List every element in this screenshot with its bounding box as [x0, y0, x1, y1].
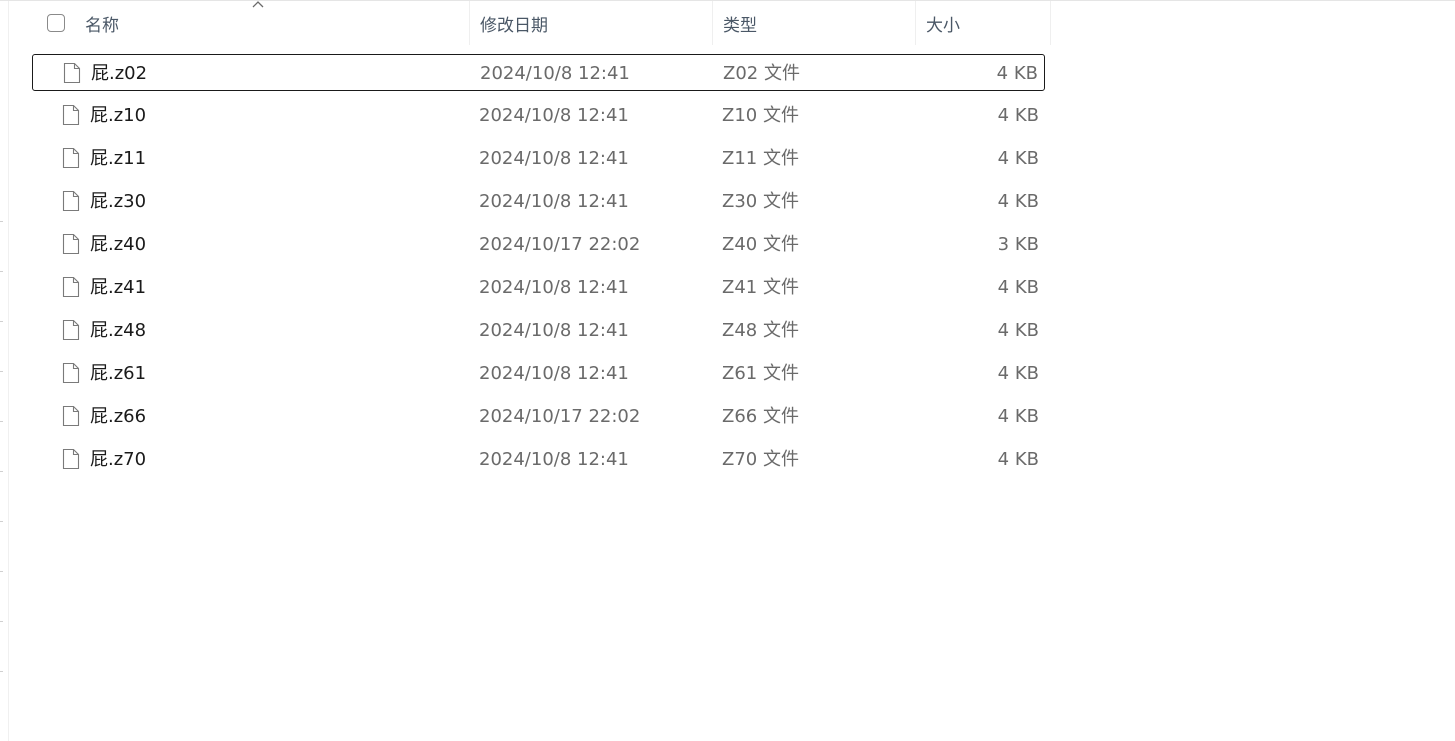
file-size: 4 KB: [997, 277, 1039, 298]
file-size: 4 KB: [997, 363, 1039, 384]
file-name: 屁.z41: [90, 277, 147, 298]
file-type: Z70 文件: [722, 449, 799, 470]
file-row[interactable]: 屁.z40 2024/10/17 22:02 Z40 文件 3 KB: [32, 226, 1045, 263]
tick: [0, 571, 3, 572]
tick: [0, 621, 3, 622]
file-date: 2024/10/8 12:41: [480, 63, 630, 84]
file-size: 4 KB: [997, 148, 1039, 169]
file-row[interactable]: 屁.z10 2024/10/8 12:41 Z10 文件 4 KB: [32, 97, 1045, 134]
column-header-bar: 名称 修改日期 类型 大小: [0, 0, 1051, 45]
file-date: 2024/10/8 12:41: [479, 363, 629, 384]
tick: [0, 421, 3, 422]
file-type: Z66 文件: [722, 406, 799, 427]
file-icon: [62, 190, 80, 212]
file-list-view: 名称 修改日期 类型 大小 屁.z02 2024/10/8 12:41 Z02 …: [0, 0, 1455, 741]
tick: [0, 671, 3, 672]
select-all-checkbox[interactable]: [47, 14, 65, 32]
file-size: 4 KB: [997, 191, 1039, 212]
file-size: 4 KB: [997, 406, 1039, 427]
file-icon: [62, 405, 80, 427]
file-row[interactable]: 屁.z48 2024/10/8 12:41 Z48 文件 4 KB: [32, 312, 1045, 349]
file-row[interactable]: 屁.z61 2024/10/8 12:41 Z61 文件 4 KB: [32, 355, 1045, 392]
column-header-name-label: 名称: [85, 15, 119, 36]
file-name: 屁.z02: [91, 63, 148, 84]
file-icon: [62, 276, 80, 298]
column-header-size-label: 大小: [926, 15, 960, 36]
file-icon: [62, 319, 80, 341]
chevron-up-icon[interactable]: [250, 0, 266, 10]
column-header-date[interactable]: 修改日期: [470, 1, 713, 45]
file-date: 2024/10/17 22:02: [479, 234, 641, 255]
tick: [0, 521, 3, 522]
column-header-name[interactable]: 名称: [75, 1, 470, 45]
file-row[interactable]: 屁.z11 2024/10/8 12:41 Z11 文件 4 KB: [32, 140, 1045, 177]
column-header-type[interactable]: 类型: [713, 1, 916, 45]
file-size: 3 KB: [997, 234, 1039, 255]
file-date: 2024/10/8 12:41: [479, 191, 629, 212]
file-icon: [62, 448, 80, 470]
file-date: 2024/10/8 12:41: [479, 277, 629, 298]
file-date: 2024/10/8 12:41: [479, 105, 629, 126]
file-name: 屁.z40: [90, 234, 147, 255]
file-icon: [63, 62, 81, 84]
file-type: Z48 文件: [722, 320, 799, 341]
file-row[interactable]: 屁.z41 2024/10/8 12:41 Z41 文件 4 KB: [32, 269, 1045, 306]
file-row[interactable]: 屁.z30 2024/10/8 12:41 Z30 文件 4 KB: [32, 183, 1045, 220]
file-size: 4 KB: [997, 320, 1039, 341]
column-header-date-label: 修改日期: [480, 15, 548, 36]
file-type: Z02 文件: [723, 63, 800, 84]
file-date: 2024/10/8 12:41: [479, 320, 629, 341]
file-icon: [62, 233, 80, 255]
file-name: 屁.z30: [90, 191, 147, 212]
file-date: 2024/10/17 22:02: [479, 406, 641, 427]
tick: [0, 321, 3, 322]
column-header-size[interactable]: 大小: [916, 1, 1051, 45]
file-type: Z30 文件: [722, 191, 799, 212]
file-name: 屁.z11: [90, 148, 147, 169]
file-name: 屁.z66: [90, 406, 147, 427]
tick: [0, 271, 3, 272]
file-name: 屁.z10: [90, 105, 147, 126]
file-type: Z61 文件: [722, 363, 799, 384]
file-icon: [62, 104, 80, 126]
file-date: 2024/10/8 12:41: [479, 449, 629, 470]
tick: [0, 471, 3, 472]
file-type: Z10 文件: [722, 105, 799, 126]
file-type: Z41 文件: [722, 277, 799, 298]
file-size: 4 KB: [997, 105, 1039, 126]
tick: [0, 221, 3, 222]
file-icon: [62, 362, 80, 384]
file-size: 4 KB: [996, 63, 1038, 84]
navigation-pane-divider[interactable]: [8, 1, 9, 741]
file-name: 屁.z70: [90, 449, 147, 470]
file-row[interactable]: 屁.z02 2024/10/8 12:41 Z02 文件 4 KB: [32, 54, 1045, 91]
tick: [0, 371, 3, 372]
file-size: 4 KB: [997, 449, 1039, 470]
file-row[interactable]: 屁.z66 2024/10/17 22:02 Z66 文件 4 KB: [32, 398, 1045, 435]
file-icon: [62, 147, 80, 169]
file-date: 2024/10/8 12:41: [479, 148, 629, 169]
file-type: Z40 文件: [722, 234, 799, 255]
file-name: 屁.z48: [90, 320, 147, 341]
column-header-type-label: 类型: [723, 15, 757, 36]
file-type: Z11 文件: [722, 148, 799, 169]
file-name: 屁.z61: [90, 363, 147, 384]
file-row[interactable]: 屁.z70 2024/10/8 12:41 Z70 文件 4 KB: [32, 441, 1045, 478]
